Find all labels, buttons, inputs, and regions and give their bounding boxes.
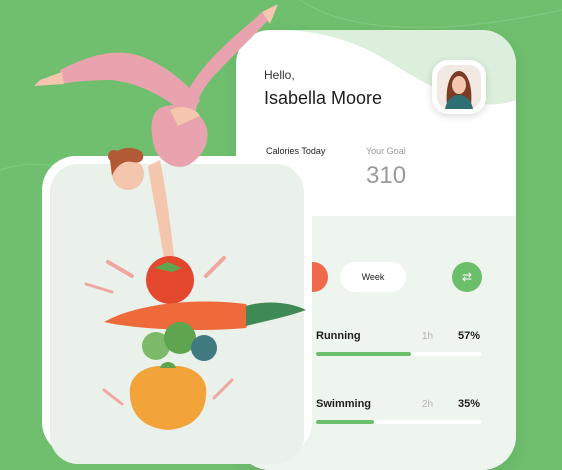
fitness-illustration	[34, 4, 306, 430]
